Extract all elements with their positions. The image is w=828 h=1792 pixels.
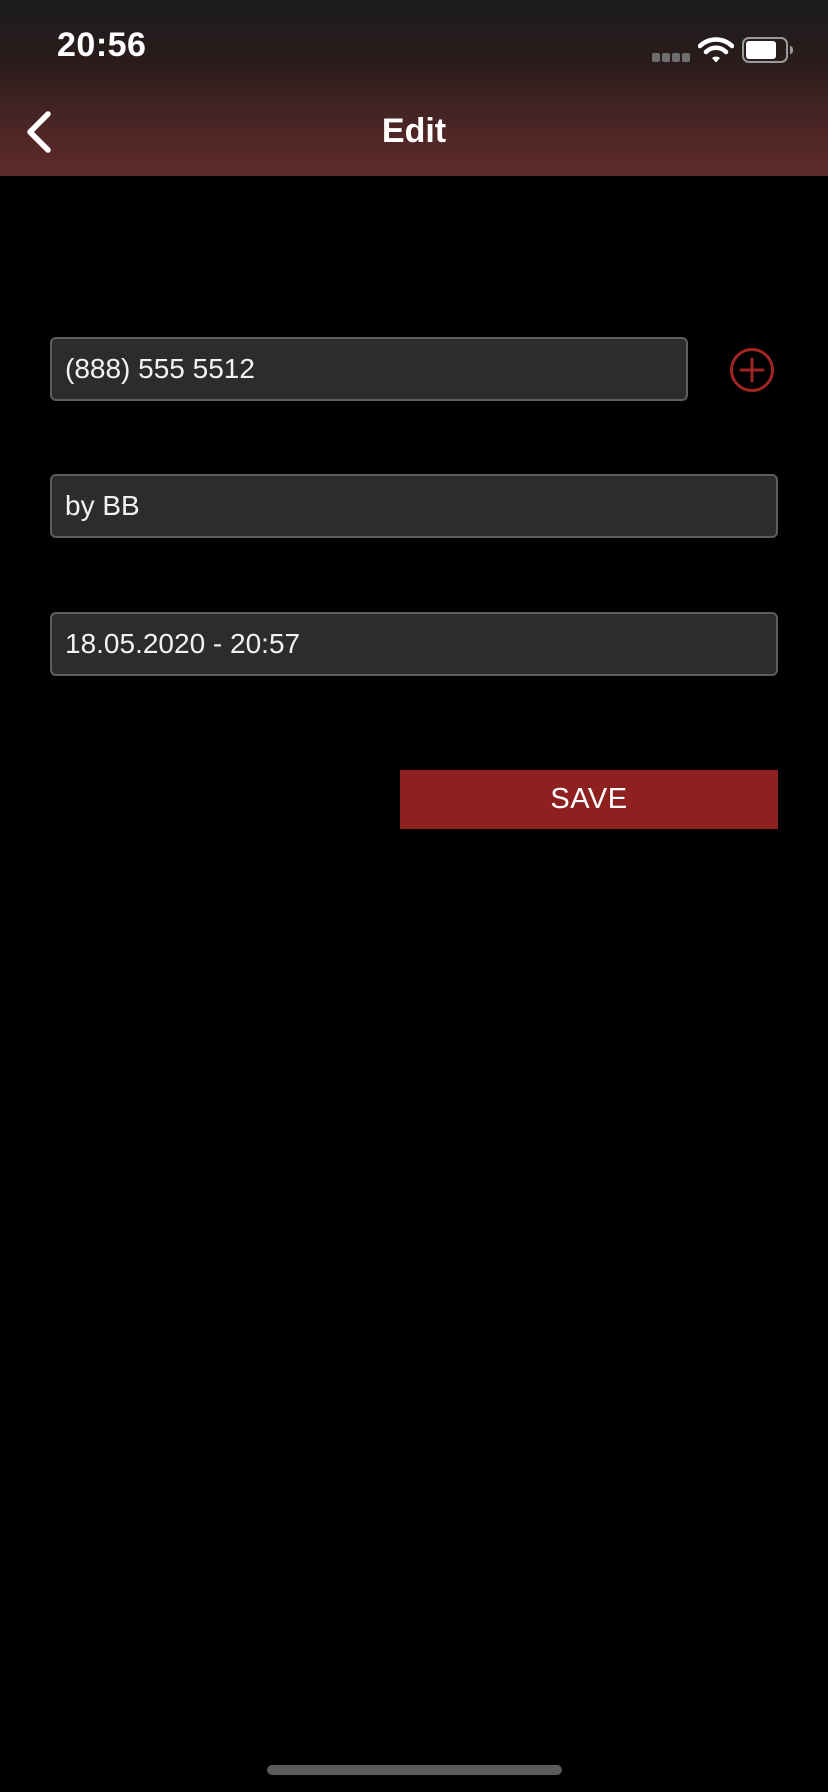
- note-value: by BB: [65, 490, 140, 521]
- page-title: Edit: [381, 112, 447, 150]
- save-button-label: SAVE: [550, 783, 628, 815]
- home-indicator[interactable]: [267, 1765, 562, 1775]
- save-button[interactable]: SAVE: [400, 770, 778, 829]
- battery-icon: [742, 37, 793, 63]
- plus-circle-icon: [730, 348, 774, 392]
- nav-bar: 20:56 Edit: [0, 0, 828, 176]
- phone-value: (888) 555 5512: [65, 353, 255, 384]
- datetime-field[interactable]: 18.05.2020 - 20:57: [50, 612, 778, 676]
- phone-field[interactable]: (888) 555 5512: [50, 337, 688, 401]
- wifi-icon: [698, 37, 734, 63]
- note-field[interactable]: by BB: [50, 474, 778, 538]
- signal-icon: [652, 53, 692, 62]
- datetime-value: 18.05.2020 - 20:57: [65, 628, 301, 659]
- status-time: 20:56: [57, 26, 147, 64]
- add-phone-button[interactable]: [729, 347, 775, 393]
